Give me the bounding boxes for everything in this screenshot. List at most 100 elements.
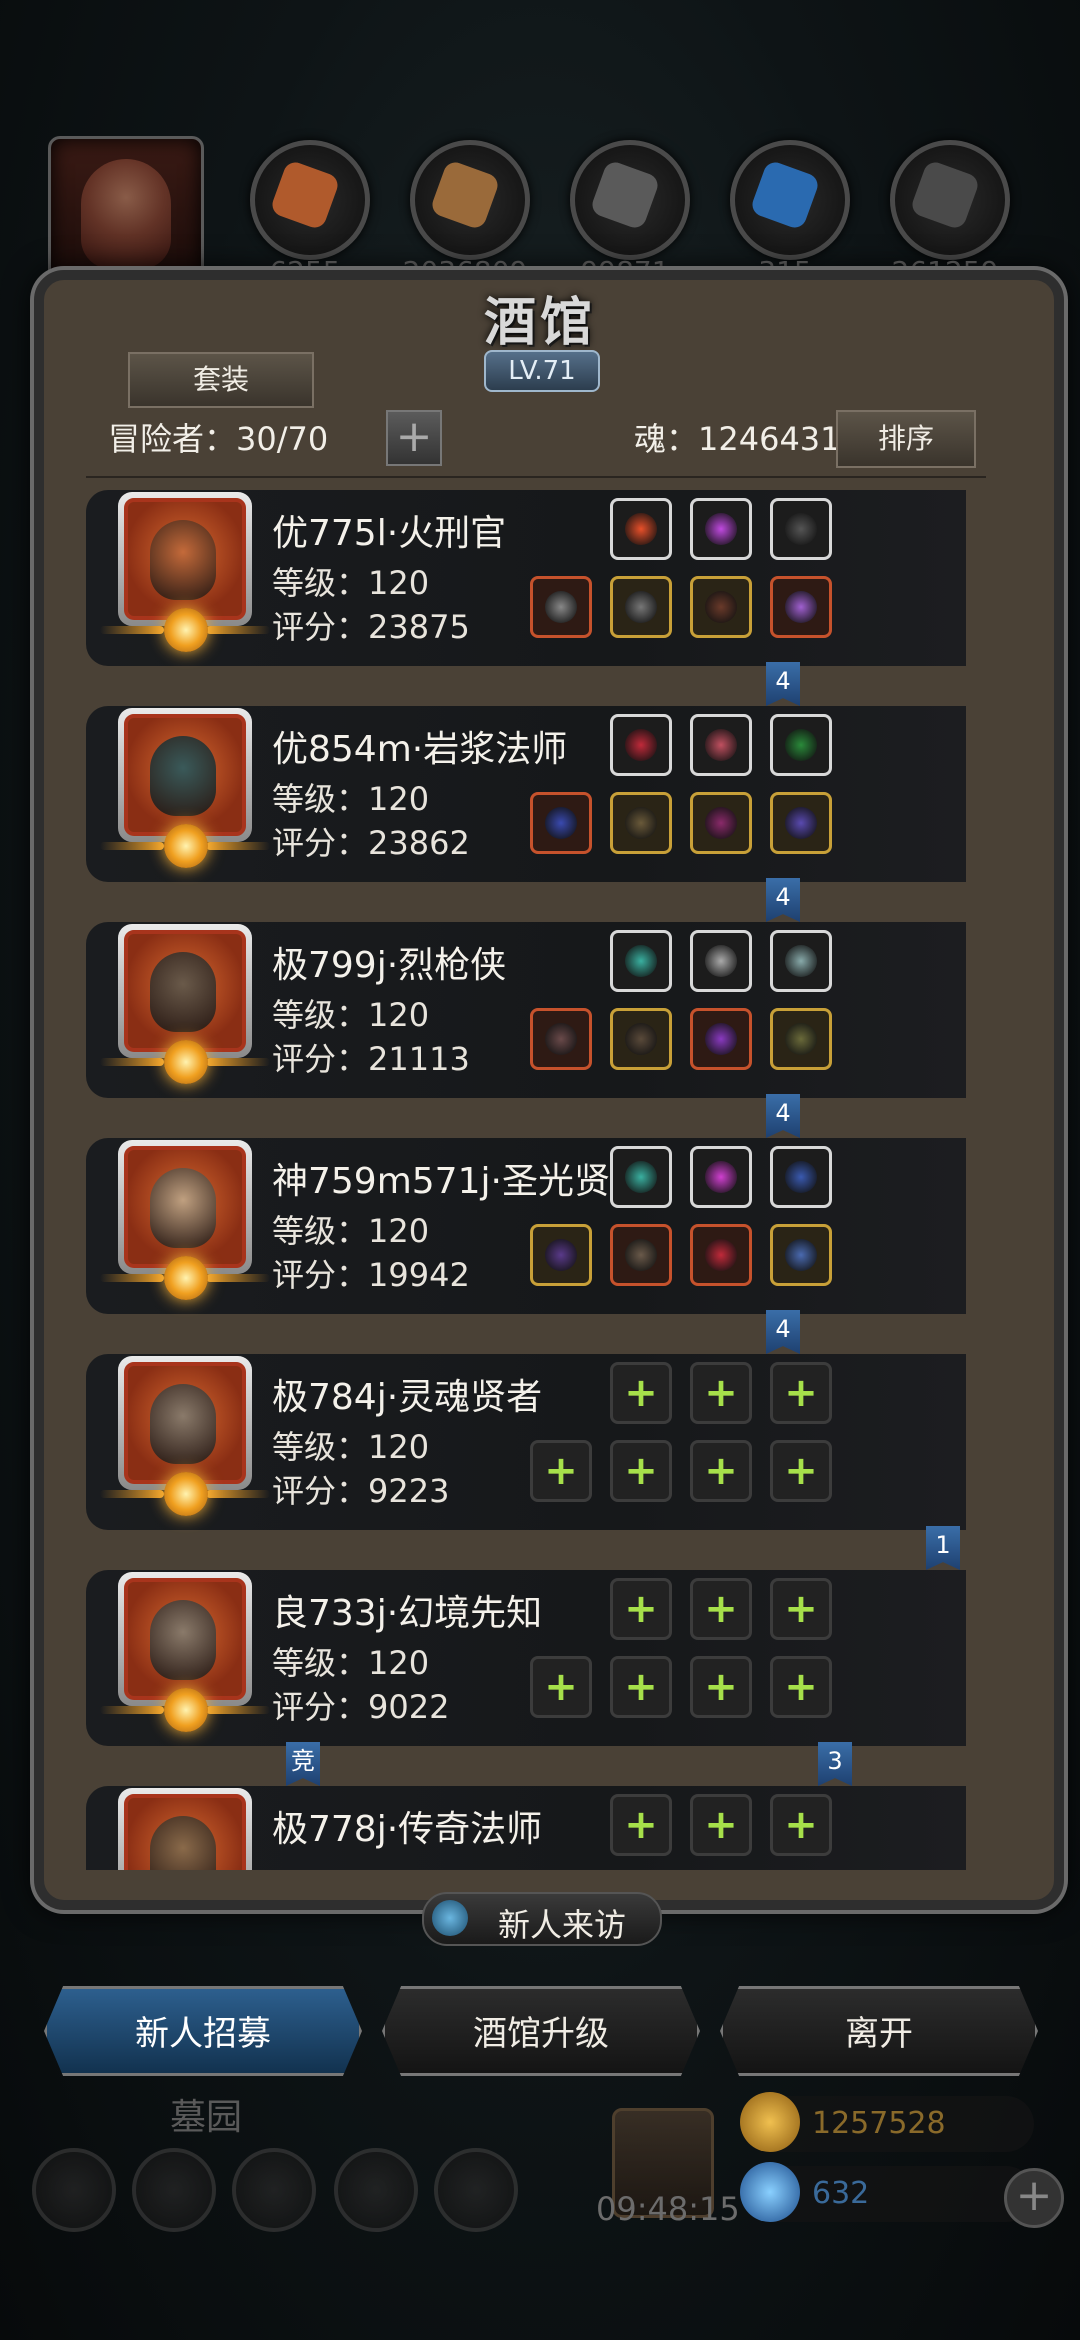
equip-slot[interactable] <box>690 498 752 560</box>
equip-slot[interactable] <box>530 1008 592 1070</box>
rank-emblem-icon <box>164 1040 208 1084</box>
equip-slot[interactable] <box>610 792 672 854</box>
equip-slot[interactable] <box>770 792 832 854</box>
equip-slot[interactable] <box>610 576 672 638</box>
equip-slot[interactable] <box>530 792 592 854</box>
equip-slot[interactable] <box>530 576 592 638</box>
equip-slot[interactable] <box>770 498 832 560</box>
plus-icon: + <box>704 1802 738 1848</box>
emblem-wing <box>206 1706 270 1714</box>
shield-icon[interactable] <box>132 2148 216 2232</box>
trade-icon[interactable] <box>434 2148 518 2232</box>
empty-equip-slot[interactable]: + <box>770 1794 832 1856</box>
equip-slot[interactable] <box>690 714 752 776</box>
hero-level: 等级：120 <box>272 1644 430 1682</box>
sword-icon <box>545 1023 577 1055</box>
plus-icon: + <box>784 1802 818 1848</box>
equip-slot[interactable] <box>610 1146 672 1208</box>
diamond-currency: 632 <box>740 2162 1034 2222</box>
hero-card[interactable]: 优775l·火刑官 等级：120 评分：23875 <box>86 490 966 666</box>
empty-equip-slot[interactable]: + <box>530 1656 592 1718</box>
new-visitor-bar[interactable]: 新人来访 <box>422 1892 662 1946</box>
hero-card[interactable]: 极784j·灵魂贤者 等级：120 评分：9223 + + + + + + + <box>86 1354 966 1530</box>
shield-icon <box>785 1023 817 1055</box>
hero-name: 优775l·火刑官 <box>272 513 507 554</box>
equip-slot[interactable] <box>770 576 832 638</box>
equip-slot[interactable] <box>610 714 672 776</box>
equip-slot[interactable] <box>610 1224 672 1286</box>
leave-button[interactable]: 离开 <box>720 1986 1038 2076</box>
recruit-button[interactable]: 新人招募 <box>44 1986 362 2076</box>
empty-equip-slot[interactable]: + <box>610 1578 672 1640</box>
hero-score: 评分：9223 <box>272 1472 450 1510</box>
equip-slot[interactable] <box>690 1224 752 1286</box>
visitor-label: 新人来访 <box>498 1906 627 1944</box>
castle-icon[interactable] <box>232 2148 316 2232</box>
hero-level: 等级：120 <box>272 780 430 818</box>
equip-slot[interactable] <box>690 792 752 854</box>
hero-card[interactable]: 极799j·烈枪侠 等级：120 评分：21113 <box>86 922 966 1098</box>
pendant-icon <box>705 807 737 839</box>
glove-icon <box>785 513 817 545</box>
equip-slot[interactable] <box>610 1008 672 1070</box>
hero-portrait[interactable] <box>118 1356 252 1490</box>
armor-icon <box>625 807 657 839</box>
set-button[interactable]: 套装 <box>128 352 314 408</box>
empty-equip-slot[interactable]: + <box>610 1362 672 1424</box>
hero-portrait[interactable] <box>118 708 252 842</box>
upgrade-tavern-button[interactable]: 酒馆升级 <box>382 1986 700 2076</box>
empty-equip-slot[interactable]: + <box>770 1656 832 1718</box>
add-slot-button[interactable]: + <box>386 410 442 466</box>
equip-slot[interactable] <box>690 930 752 992</box>
equip-slot[interactable] <box>770 930 832 992</box>
hero-card[interactable]: 神759m571j·圣光贤者 等级：120 评分：19942 <box>86 1138 966 1314</box>
arena-tag: 竞 <box>286 1742 320 1786</box>
emblem-wing <box>206 1058 270 1066</box>
empty-equip-slot[interactable]: + <box>690 1578 752 1640</box>
empty-equip-slot[interactable]: + <box>610 1440 672 1502</box>
hero-name: 良733j·幻境先知 <box>272 1593 543 1634</box>
equip-slot[interactable] <box>690 576 752 638</box>
hero-card[interactable]: 良733j·幻境先知 等级：120 评分：9022 + + + + + + + <box>86 1570 966 1746</box>
hero-portrait[interactable] <box>118 1140 252 1274</box>
empty-equip-slot[interactable]: + <box>770 1440 832 1502</box>
orb-icon <box>625 1161 657 1193</box>
empty-equip-slot[interactable]: + <box>610 1794 672 1856</box>
player-portrait[interactable] <box>48 136 204 292</box>
hero-portrait[interactable] <box>118 492 252 626</box>
settings-icon[interactable] <box>32 2148 116 2232</box>
robe-icon <box>625 1239 657 1271</box>
adventurer-count: 冒险者：30/70 <box>108 420 329 458</box>
emblem-wing <box>206 626 270 634</box>
equip-slot[interactable] <box>770 1224 832 1286</box>
equip-slot[interactable] <box>530 1224 592 1286</box>
hero-card[interactable]: 极778j·传奇法师 + + + <box>86 1786 966 1870</box>
mail-icon[interactable] <box>334 2148 418 2232</box>
empty-equip-slot[interactable]: + <box>530 1440 592 1502</box>
hero-portrait[interactable] <box>118 1572 252 1706</box>
sort-button[interactable]: 排序 <box>836 410 976 468</box>
graveyard-label: 墓园 <box>170 2097 243 2138</box>
hero-portrait[interactable] <box>118 1788 252 1870</box>
add-currency-button[interactable]: + <box>1004 2168 1064 2228</box>
equip-slot[interactable] <box>610 930 672 992</box>
hero-card[interactable]: 优854m·岩浆法师 等级：120 评分：23862 <box>86 706 966 882</box>
empty-equip-slot[interactable]: + <box>690 1440 752 1502</box>
empty-equip-slot[interactable]: + <box>690 1656 752 1718</box>
hero-portrait[interactable] <box>118 924 252 1058</box>
equip-slot[interactable] <box>690 1008 752 1070</box>
empty-equip-slot[interactable]: + <box>690 1794 752 1856</box>
hero-name: 极778j·传奇法师 <box>272 1809 543 1850</box>
empty-equip-slot[interactable]: + <box>610 1656 672 1718</box>
equip-slot[interactable] <box>770 1008 832 1070</box>
hero-list[interactable]: 优775l·火刑官 等级：120 评分：23875 4 优854m·岩浆法师 等级：120… <box>86 490 986 1870</box>
equip-slot[interactable] <box>770 714 832 776</box>
equip-slot[interactable] <box>610 498 672 560</box>
gold-currency: 1257528 <box>740 2092 1034 2152</box>
empty-equip-slot[interactable]: + <box>770 1362 832 1424</box>
rank-emblem-icon <box>164 1472 208 1516</box>
empty-equip-slot[interactable]: + <box>770 1578 832 1640</box>
empty-equip-slot[interactable]: + <box>690 1362 752 1424</box>
equip-slot[interactable] <box>690 1146 752 1208</box>
equip-slot[interactable] <box>770 1146 832 1208</box>
